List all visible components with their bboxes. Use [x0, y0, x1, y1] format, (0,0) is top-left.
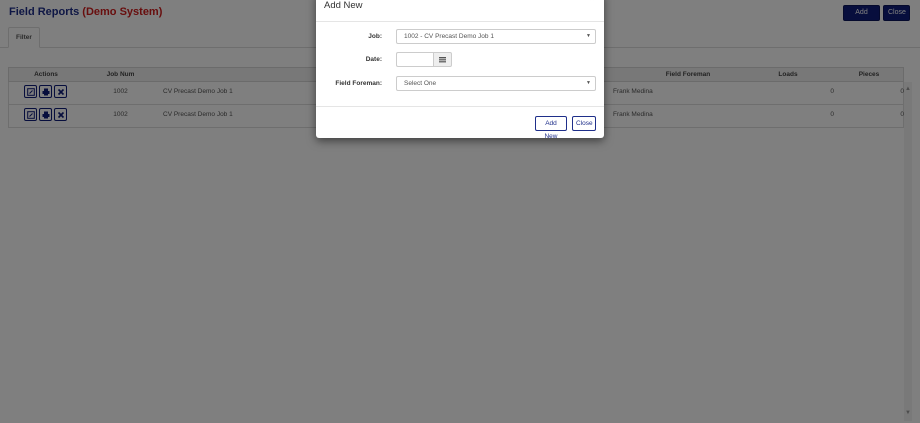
field-foreman-select-value: Select One	[404, 80, 437, 87]
modal-close-button[interactable]: Close	[572, 116, 596, 131]
date-label: Date:	[365, 56, 382, 63]
field-foreman-select[interactable]: Select One ▼	[396, 76, 596, 91]
caret-down-icon: ▼	[586, 33, 591, 39]
job-select-value: 1002 - CV Precast Demo Job 1	[404, 33, 494, 40]
field-foreman-label: Field Foreman:	[335, 80, 382, 87]
calendar-icon	[439, 56, 446, 62]
modal-add-new-button[interactable]: Add New	[535, 116, 567, 140]
caret-down-icon: ▼	[586, 80, 591, 86]
modal-footer: Add New Close	[316, 106, 604, 140]
modal-header: Add New ×	[316, 0, 604, 22]
job-select[interactable]: 1002 - CV Precast Demo Job 1 ▼	[396, 29, 596, 44]
job-label: Job:	[368, 33, 382, 40]
close-icon[interactable]: ×	[590, 0, 595, 3]
add-new-modal: Add New × Job: 1002 - CV Precast Demo Jo…	[316, 0, 604, 140]
date-input[interactable]	[396, 52, 433, 67]
calendar-button[interactable]	[433, 52, 452, 67]
modal-title: Add New	[324, 0, 363, 11]
